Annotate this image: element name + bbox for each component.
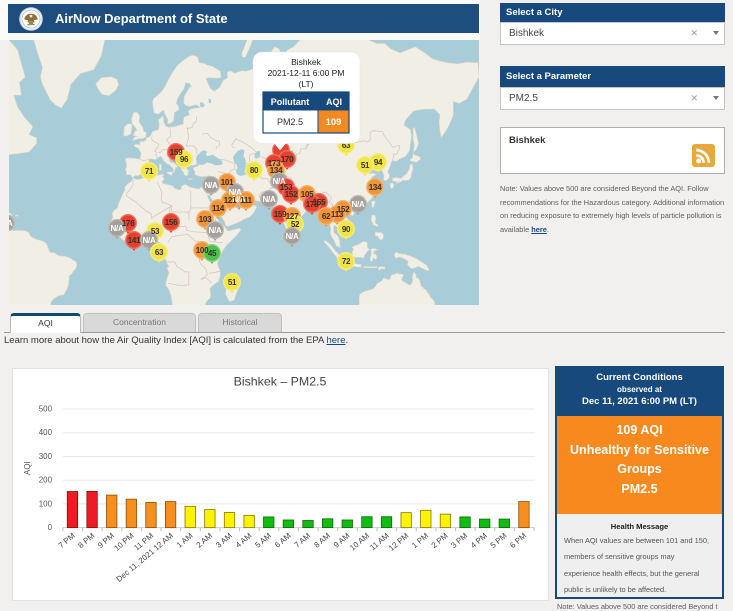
svg-text:1 AM: 1 AM — [175, 531, 195, 550]
svg-text:94: 94 — [374, 158, 383, 167]
svg-text:N/A: N/A — [263, 195, 276, 204]
svg-text:3 AM: 3 AM — [214, 531, 234, 550]
svg-text:45: 45 — [208, 249, 217, 258]
svg-text:71: 71 — [145, 167, 154, 176]
svg-text:5 AM: 5 AM — [253, 531, 273, 550]
svg-text:100: 100 — [39, 499, 53, 508]
svg-text:N/A: N/A — [9, 219, 13, 228]
svg-text:5 PM: 5 PM — [489, 531, 509, 550]
svg-text:2021-12-11 6:00 PM: 2021-12-11 6:00 PM — [268, 68, 345, 78]
svg-text:11 AM: 11 AM — [368, 531, 391, 552]
svg-text:N/A: N/A — [111, 224, 124, 233]
svg-text:152: 152 — [285, 190, 298, 199]
svg-text:400: 400 — [39, 428, 53, 437]
svg-text:113: 113 — [331, 210, 344, 219]
svg-text:114: 114 — [212, 204, 225, 213]
svg-text:0: 0 — [48, 523, 53, 532]
svg-text:63: 63 — [155, 248, 164, 257]
svg-text:121: 121 — [224, 196, 237, 205]
svg-text:62: 62 — [322, 212, 331, 221]
svg-text:PM2.5: PM2.5 — [277, 117, 303, 127]
svg-text:7 PM: 7 PM — [57, 531, 77, 550]
svg-text:176: 176 — [122, 219, 135, 228]
svg-text:101: 101 — [221, 178, 234, 187]
svg-text:53: 53 — [151, 227, 160, 236]
svg-text:8 PM: 8 PM — [76, 531, 96, 550]
svg-text:170: 170 — [281, 155, 294, 164]
svg-text:4 PM: 4 PM — [469, 531, 489, 550]
svg-text:N/A: N/A — [286, 232, 299, 241]
svg-text:Pollutant: Pollutant — [271, 97, 310, 107]
svg-text:90: 90 — [342, 225, 351, 234]
svg-text:Bishkek – PM2.5: Bishkek – PM2.5 — [234, 374, 327, 388]
svg-text:178: 178 — [306, 200, 319, 209]
svg-text:134: 134 — [369, 183, 382, 192]
svg-text:10 AM: 10 AM — [348, 531, 371, 552]
svg-text:7 AM: 7 AM — [293, 531, 313, 550]
svg-text:(LT): (LT) — [299, 79, 314, 89]
svg-text:96: 96 — [180, 155, 189, 164]
svg-text:2 AM: 2 AM — [194, 531, 214, 550]
svg-text:2 PM: 2 PM — [430, 531, 450, 550]
svg-text:72: 72 — [342, 257, 351, 266]
svg-text:N/A: N/A — [205, 181, 218, 190]
svg-text:111: 111 — [240, 196, 252, 205]
svg-text:N/A: N/A — [352, 200, 365, 209]
svg-text:109: 109 — [326, 117, 342, 128]
svg-text:51: 51 — [361, 161, 370, 170]
svg-text:AQI: AQI — [326, 97, 342, 107]
svg-text:1 PM: 1 PM — [410, 531, 430, 550]
svg-text:10 PM: 10 PM — [112, 531, 135, 553]
svg-text:6 PM: 6 PM — [508, 531, 528, 550]
svg-text:6 AM: 6 AM — [273, 531, 293, 550]
svg-text:4 AM: 4 AM — [234, 531, 254, 550]
svg-text:N/A: N/A — [143, 236, 156, 245]
svg-text:134: 134 — [270, 166, 283, 175]
svg-text:103: 103 — [199, 215, 212, 224]
svg-text:80: 80 — [250, 166, 259, 175]
svg-text:51: 51 — [228, 278, 237, 287]
svg-text:12 PM: 12 PM — [387, 531, 410, 553]
svg-text:52: 52 — [291, 220, 300, 229]
svg-text:141: 141 — [128, 236, 141, 245]
svg-text:300: 300 — [39, 452, 53, 461]
svg-text:N/A: N/A — [209, 226, 222, 235]
svg-text:3 PM: 3 PM — [449, 531, 469, 550]
svg-text:8 AM: 8 AM — [312, 531, 332, 550]
svg-text:Bishkek: Bishkek — [291, 57, 322, 67]
svg-text:200: 200 — [39, 476, 53, 485]
svg-text:500: 500 — [39, 405, 53, 414]
svg-text:AQI: AQI — [23, 461, 32, 475]
svg-text:156: 156 — [165, 218, 178, 227]
